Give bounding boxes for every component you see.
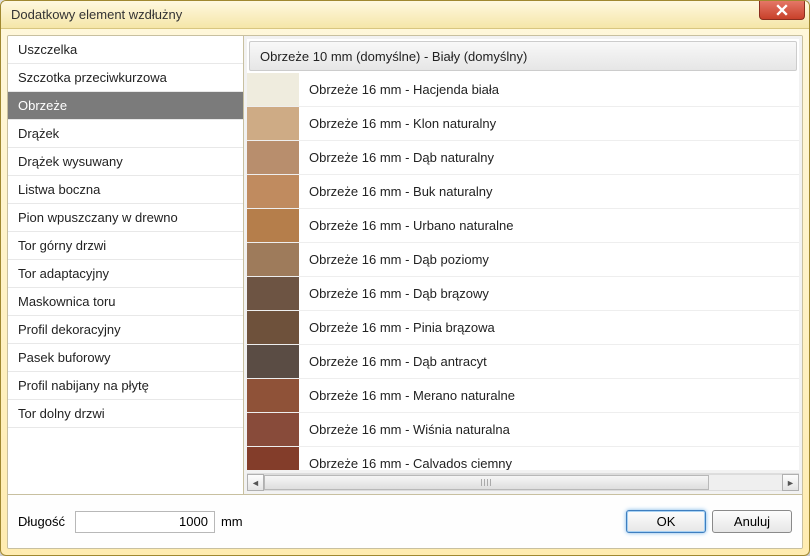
- length-label: Długość: [18, 514, 65, 529]
- option-label: Obrzeże 16 mm - Dąb naturalny: [309, 150, 494, 165]
- option-label: Obrzeże 10 mm (domyślne) - Biały (domyśl…: [260, 49, 527, 64]
- length-unit: mm: [221, 514, 243, 529]
- option-item[interactable]: Obrzeże 16 mm - Dąb antracyt: [247, 345, 799, 379]
- close-icon: [776, 4, 788, 16]
- option-label: Obrzeże 16 mm - Pinia brązowa: [309, 320, 495, 335]
- color-swatch: [247, 447, 299, 470]
- category-item[interactable]: Obrzeże: [8, 92, 243, 120]
- category-item[interactable]: Profil dekoracyjny: [8, 316, 243, 344]
- scroll-track[interactable]: [264, 474, 782, 491]
- scroll-left-arrow[interactable]: ◄: [247, 474, 264, 491]
- content-area: UszczelkaSzczotka przeciwkurzowaObrzeżeD…: [7, 35, 803, 549]
- option-label: Obrzeże 16 mm - Merano naturalne: [309, 388, 515, 403]
- scroll-thumb[interactable]: [264, 475, 709, 490]
- color-swatch: [247, 413, 299, 446]
- option-label: Obrzeże 16 mm - Klon naturalny: [309, 116, 496, 131]
- scroll-right-arrow[interactable]: ►: [782, 474, 799, 491]
- option-label: Obrzeże 16 mm - Wiśnia naturalna: [309, 422, 510, 437]
- color-swatch: [247, 73, 299, 106]
- option-item[interactable]: Obrzeże 16 mm - Dąb brązowy: [247, 277, 799, 311]
- option-label: Obrzeże 16 mm - Dąb poziomy: [309, 252, 489, 267]
- option-panel: Obrzeże 10 mm (domyślne) - Biały (domyśl…: [244, 36, 802, 494]
- color-swatch: [247, 107, 299, 140]
- dialog-window: Dodatkowy element wzdłużny UszczelkaSzcz…: [0, 0, 810, 556]
- color-swatch: [247, 311, 299, 344]
- color-swatch: [247, 243, 299, 276]
- option-item[interactable]: Obrzeże 10 mm (domyślne) - Biały (domyśl…: [249, 41, 797, 71]
- category-item[interactable]: Uszczelka: [8, 36, 243, 64]
- category-item[interactable]: Tor dolny drzwi: [8, 400, 243, 428]
- color-swatch: [247, 175, 299, 208]
- option-item[interactable]: Obrzeże 16 mm - Buk naturalny: [247, 175, 799, 209]
- option-item[interactable]: Obrzeże 16 mm - Klon naturalny: [247, 107, 799, 141]
- option-label: Obrzeże 16 mm - Calvados ciemny: [309, 456, 512, 470]
- option-item[interactable]: Obrzeże 16 mm - Hacjenda biała: [247, 73, 799, 107]
- color-swatch: [247, 209, 299, 242]
- length-input[interactable]: [75, 511, 215, 533]
- category-item[interactable]: Maskownica toru: [8, 288, 243, 316]
- category-item[interactable]: Drążek wysuwany: [8, 148, 243, 176]
- footer: Długość mm OK Anuluj: [8, 494, 802, 548]
- option-item[interactable]: Obrzeże 16 mm - Pinia brązowa: [247, 311, 799, 345]
- option-item[interactable]: Obrzeże 16 mm - Dąb poziomy: [247, 243, 799, 277]
- category-item[interactable]: Profil nabijany na płytę: [8, 372, 243, 400]
- category-item[interactable]: Drążek: [8, 120, 243, 148]
- cancel-button[interactable]: Anuluj: [712, 510, 792, 533]
- option-item[interactable]: Obrzeże 16 mm - Urbano naturalne: [247, 209, 799, 243]
- option-list[interactable]: Obrzeże 10 mm (domyślne) - Biały (domyśl…: [247, 39, 799, 470]
- option-label: Obrzeże 16 mm - Hacjenda biała: [309, 82, 499, 97]
- category-item[interactable]: Pion wpuszczany w drewno: [8, 204, 243, 232]
- color-swatch: [247, 345, 299, 378]
- horizontal-scrollbar[interactable]: ◄ ►: [247, 473, 799, 491]
- option-label: Obrzeże 16 mm - Urbano naturalne: [309, 218, 513, 233]
- category-item[interactable]: Listwa boczna: [8, 176, 243, 204]
- option-label: Obrzeże 16 mm - Dąb antracyt: [309, 354, 487, 369]
- option-item[interactable]: Obrzeże 16 mm - Merano naturalne: [247, 379, 799, 413]
- panes: UszczelkaSzczotka przeciwkurzowaObrzeżeD…: [8, 36, 802, 494]
- category-item[interactable]: Szczotka przeciwkurzowa: [8, 64, 243, 92]
- option-label: Obrzeże 16 mm - Buk naturalny: [309, 184, 493, 199]
- window-title: Dodatkowy element wzdłużny: [11, 7, 182, 22]
- titlebar[interactable]: Dodatkowy element wzdłużny: [1, 1, 809, 29]
- color-swatch: [247, 141, 299, 174]
- option-label: Obrzeże 16 mm - Dąb brązowy: [309, 286, 489, 301]
- category-list[interactable]: UszczelkaSzczotka przeciwkurzowaObrzeżeD…: [8, 36, 244, 494]
- category-item[interactable]: Tor górny drzwi: [8, 232, 243, 260]
- category-item[interactable]: Pasek buforowy: [8, 344, 243, 372]
- option-item[interactable]: Obrzeże 16 mm - Dąb naturalny: [247, 141, 799, 175]
- close-button[interactable]: [759, 0, 805, 20]
- ok-button[interactable]: OK: [626, 510, 706, 533]
- color-swatch: [247, 277, 299, 310]
- color-swatch: [247, 379, 299, 412]
- category-item[interactable]: Tor adaptacyjny: [8, 260, 243, 288]
- option-item[interactable]: Obrzeże 16 mm - Calvados ciemny: [247, 447, 799, 470]
- option-item[interactable]: Obrzeże 16 mm - Wiśnia naturalna: [247, 413, 799, 447]
